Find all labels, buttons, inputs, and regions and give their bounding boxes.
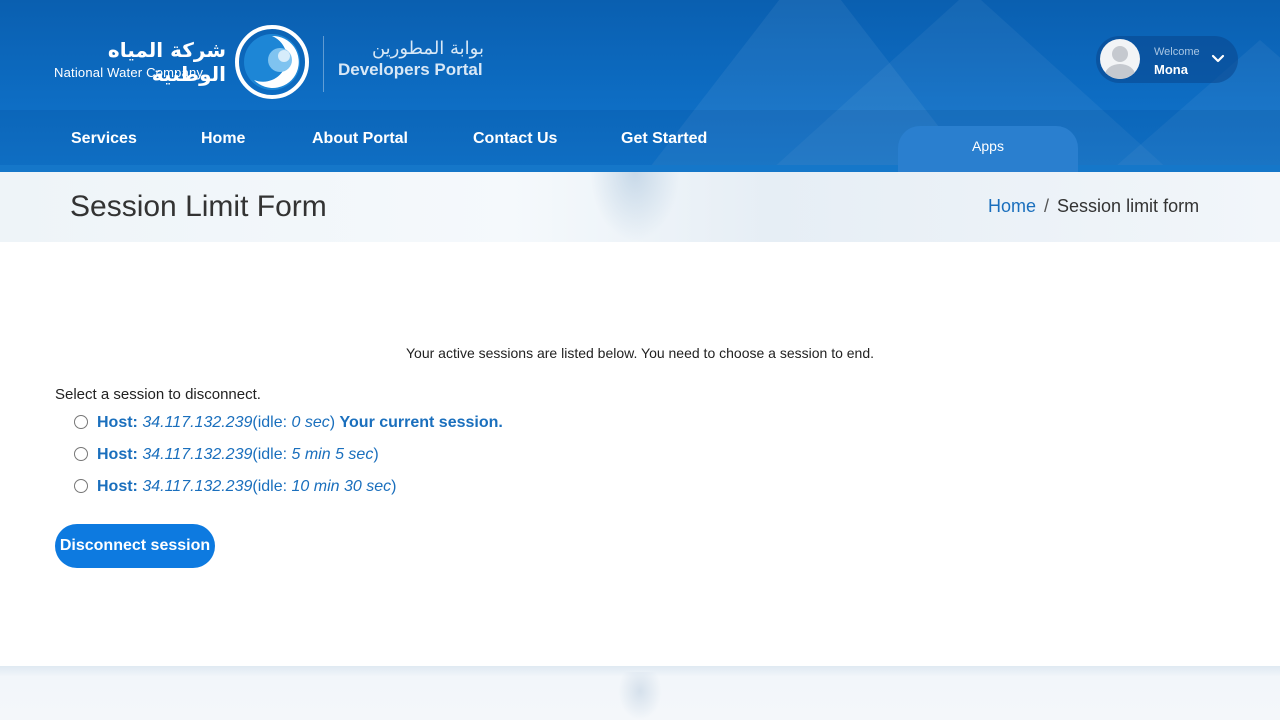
idle-prefix: (idle:	[252, 446, 292, 463]
idle-prefix: (idle:	[252, 414, 292, 431]
user-menu[interactable]: Welcome Mona	[1096, 36, 1238, 83]
session-radio[interactable]	[74, 478, 88, 493]
session-ip: 34.117.132.239	[142, 414, 253, 431]
page-title: Session Limit Form	[70, 190, 327, 223]
nav-item-get-started[interactable]: Get Started	[621, 130, 707, 148]
logo-divider	[323, 36, 324, 92]
host-label: Host:	[97, 414, 138, 431]
intro-text: Your active sessions are listed below. Y…	[405, 345, 875, 361]
chevron-down-icon[interactable]	[1211, 51, 1225, 65]
avatar-head	[1112, 46, 1128, 62]
idle-prefix: (idle:	[252, 478, 292, 495]
disconnect-session-button[interactable]: Disconnect session	[55, 524, 215, 568]
company-name-english: National Water Company	[54, 65, 204, 80]
session-radio[interactable]	[74, 446, 88, 461]
water-drop-decoration	[590, 172, 680, 242]
nav-item-about-portal[interactable]: About Portal	[312, 130, 408, 148]
session-radio[interactable]	[74, 414, 88, 429]
nav-item-contact-us[interactable]: Contact Us	[473, 130, 557, 148]
idle-suffix: )	[373, 446, 379, 463]
session-idle: 0 sec	[291, 414, 330, 431]
select-session-label: Select a session to disconnect.	[55, 386, 261, 403]
header-bottom-line	[0, 165, 1280, 172]
breadcrumb-separator: /	[1044, 196, 1050, 216]
nav-item-home[interactable]: Home	[201, 130, 245, 148]
avatar-body	[1105, 64, 1135, 79]
water-drop-decoration	[618, 672, 662, 720]
breadcrumb: Home / Session limit form	[988, 196, 1199, 217]
session-idle: 5 min 5 sec	[291, 446, 374, 463]
session-option[interactable]: Host: 34.117.132.239(idle: 0 sec) Your c…	[74, 414, 503, 436]
idle-suffix: )	[329, 414, 336, 431]
nav-item-services[interactable]: Services	[71, 130, 137, 148]
idle-suffix: )	[391, 478, 397, 495]
portal-name-english: Developers Portal	[338, 60, 483, 79]
session-option[interactable]: Host: 34.117.132.239(idle: 5 min 5 sec)	[74, 446, 379, 468]
session-option[interactable]: Host: 34.117.132.239(idle: 10 min 30 sec…	[74, 478, 396, 500]
current-session-note: Your current session.	[339, 414, 503, 431]
host-label: Host:	[97, 446, 138, 463]
host-label: Host:	[97, 478, 138, 495]
breadcrumb-current: Session limit form	[1057, 196, 1200, 216]
user-name: Mona	[1154, 62, 1188, 77]
session-ip: 34.117.132.239	[142, 446, 253, 463]
portal-name-arabic: بوابة المطورين	[371, 38, 484, 59]
tab-apps[interactable]: Apps	[898, 126, 1078, 172]
session-ip: 34.117.132.239	[142, 478, 253, 495]
avatar	[1100, 39, 1140, 79]
welcome-label: Welcome	[1154, 46, 1200, 58]
session-idle: 10 min 30 sec	[291, 478, 392, 495]
footer	[0, 666, 1280, 720]
company-logo-icon[interactable]	[234, 24, 310, 100]
breadcrumb-home-link[interactable]: Home	[988, 196, 1036, 216]
